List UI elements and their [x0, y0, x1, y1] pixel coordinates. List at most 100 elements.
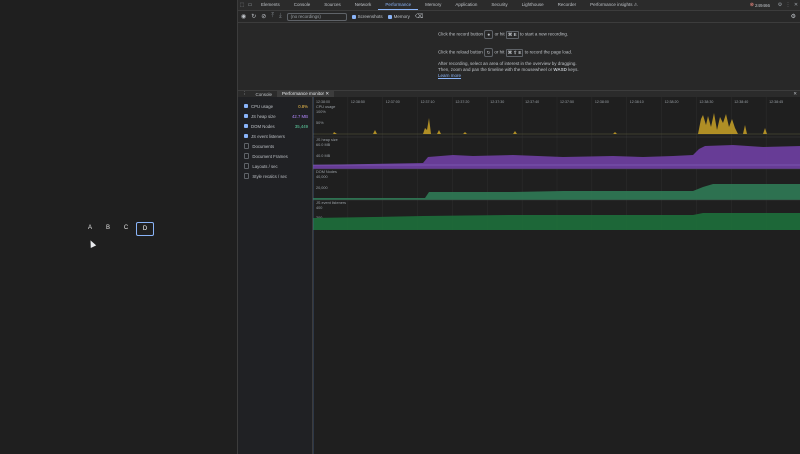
error-badge[interactable]: ⊗ 249466 [750, 2, 776, 8]
learn-more-link[interactable]: Learn more [438, 73, 658, 79]
metric-checkbox[interactable] [244, 134, 248, 138]
record-instr-post: to start a new recording. [519, 31, 569, 37]
device-toolbar-icon[interactable]: ▭ [246, 0, 254, 10]
metric-style-recalcs-per-sec[interactable]: Style recalcs / sec [238, 171, 312, 181]
metric-label: CPU usage [251, 103, 273, 109]
dom-graph-area [313, 184, 800, 200]
metric-label: JS event listeners [251, 133, 285, 139]
metric-layouts-per-sec[interactable]: Layouts / sec [238, 161, 312, 171]
tab-recorder[interactable]: Recorder [551, 0, 584, 10]
heap-graph-title: JS heap size [316, 138, 338, 142]
metric-checkbox[interactable] [244, 163, 250, 169]
metric-checkbox[interactable] [244, 153, 250, 159]
metric-label: DOM Nodes [251, 123, 275, 129]
tab-elements[interactable]: Elements [254, 0, 287, 10]
tab-performance-insights[interactable]: Performance insights ⚠ [583, 0, 645, 10]
heap-graph-scale: 60.0 MB [316, 143, 331, 147]
metric-label: Document Frames [252, 153, 288, 159]
download-icon[interactable]: ⤓ [279, 13, 282, 20]
tab-application[interactable]: Application [448, 0, 484, 10]
performance-monitor-chart: 12:38:00 12:38:50 12:37:00 12:37:10 12:37:20… [313, 97, 800, 454]
tab-security[interactable]: Security [484, 0, 514, 10]
broom-icon[interactable]: ⌫ [415, 13, 423, 20]
inspect-icon[interactable]: ⬚ [238, 0, 246, 10]
button-b[interactable]: B [100, 222, 116, 234]
cpu-graph-scale: 100% [316, 110, 326, 114]
record-instructions: Click the record button ⏺ or hit ⌘ E to … [438, 30, 658, 39]
performance-monitor-metrics: CPU usage 0.8% JS heap size 42.7 MB DOM … [238, 97, 313, 454]
drawer-tab-console[interactable]: Console [251, 92, 278, 97]
tab-console[interactable]: Console [287, 0, 318, 10]
memory-checkbox[interactable]: Memory [387, 14, 410, 19]
wasd-key: WASD [553, 67, 567, 72]
record-button-icon[interactable]: ⏺ [484, 30, 494, 39]
reload-instr-text: Click the reload button [438, 49, 483, 55]
metric-dom-nodes[interactable]: DOM Nodes 35,449 [238, 121, 312, 131]
metric-value: 42.7 MB [291, 113, 308, 119]
zoom-instr-post: keys. [568, 67, 579, 72]
metric-label: Layouts / sec [252, 163, 278, 169]
timeline-tick-label: 12:38:10 [630, 100, 644, 104]
record-icon[interactable]: ◉ [241, 13, 246, 20]
recordings-select[interactable]: (no recordings) [286, 12, 347, 21]
zoom-instr-text: Then, zoom and pan the timeline with the… [438, 67, 553, 72]
metric-js-heap-size[interactable]: JS heap size 42.7 MB [238, 111, 312, 121]
metric-checkbox[interactable] [244, 143, 250, 149]
record-instr-text: Click the record button [438, 31, 484, 37]
memory-label: Memory [393, 14, 410, 19]
metric-document-frames[interactable]: Document Frames [238, 151, 312, 161]
button-a[interactable]: A [82, 222, 98, 234]
reload-record-icon[interactable]: ↻ [251, 13, 256, 20]
reload-button-icon[interactable]: ↻ [484, 48, 494, 57]
devtools-panel: ⬚ ▭ Elements Console Sources Network Per… [237, 0, 800, 454]
drawer-tab-close-icon[interactable]: ✕ [325, 91, 329, 96]
timeline-tick-label: 12:38:00 [595, 100, 609, 104]
record-shortcut: ⌘ E [505, 30, 519, 39]
listeners-graph-scale: 400 [316, 206, 322, 210]
tab-lighthouse[interactable]: Lighthouse [515, 0, 551, 10]
timeline-tick-label: 12:37:00 [386, 100, 400, 104]
capture-settings-gear-icon[interactable]: ⚙ [791, 13, 800, 20]
cpu-graph-mid: 50% [316, 121, 324, 125]
monitor-graphs: 12:38:00 12:38:50 12:37:00 12:37:10 12:37:20… [313, 97, 800, 454]
metric-value: 0.8% [298, 103, 308, 109]
upload-icon[interactable]: ⤒ [271, 13, 274, 20]
metric-documents[interactable]: Documents [238, 141, 312, 151]
more-options-icon[interactable]: ⋮ [784, 0, 792, 10]
screenshots-label: Screenshots [357, 14, 383, 19]
settings-gear-icon[interactable]: ⚙ [776, 0, 784, 10]
error-count: 249466 [754, 2, 770, 8]
devtools-tabbar: ⬚ ▭ Elements Console Sources Network Per… [238, 0, 800, 11]
cpu-graph-title: CPU usage [316, 105, 335, 109]
metric-js-event-listeners[interactable]: JS event listeners [238, 131, 312, 141]
timeline-tick-label: 12:38:50 [351, 100, 365, 104]
performance-toolbar: ◉ ↻ ⊘ ⤒ ⤓ (no recordings) Screenshots Me… [238, 11, 800, 23]
timeline-tick-label: 12:38:40 [734, 100, 748, 104]
metric-checkbox[interactable] [244, 114, 248, 118]
tab-sources[interactable]: Sources [317, 0, 348, 10]
timeline-tick-label: 12:38:20 [665, 100, 679, 104]
timeline-tick-label: 12:37:10 [421, 100, 435, 104]
tab-performance[interactable]: Performance [378, 0, 419, 10]
dom-graph-title: DOM Nodes [316, 170, 337, 174]
clear-icon[interactable]: ⊘ [261, 13, 266, 20]
button-d[interactable]: D [136, 222, 154, 236]
button-c[interactable]: C [118, 222, 134, 234]
metric-label: JS heap size [251, 113, 276, 119]
timeline-tick-label: 12:37:30 [490, 100, 504, 104]
tab-memory[interactable]: Memory [418, 0, 448, 10]
tab-network[interactable]: Network [348, 0, 379, 10]
page-viewport: A B C D [0, 0, 237, 454]
dom-graph-mid: 20,000 [316, 186, 328, 190]
mouse-cursor-icon [87, 239, 97, 248]
metric-checkbox[interactable] [244, 124, 248, 128]
screenshots-checkbox[interactable]: Screenshots [351, 14, 383, 19]
metric-cpu-usage[interactable]: CPU usage 0.8% [238, 101, 312, 111]
timeline-tick-label: 12:37:40 [525, 100, 539, 104]
listeners-graph-title: JS event listeners [316, 201, 346, 205]
dom-graph-scale: 40,000 [316, 175, 328, 179]
timeline-tick-label: 12:38:00 [316, 100, 330, 104]
close-icon[interactable]: ✕ [792, 0, 800, 10]
metric-checkbox[interactable] [244, 173, 250, 179]
metric-checkbox[interactable] [244, 104, 248, 108]
